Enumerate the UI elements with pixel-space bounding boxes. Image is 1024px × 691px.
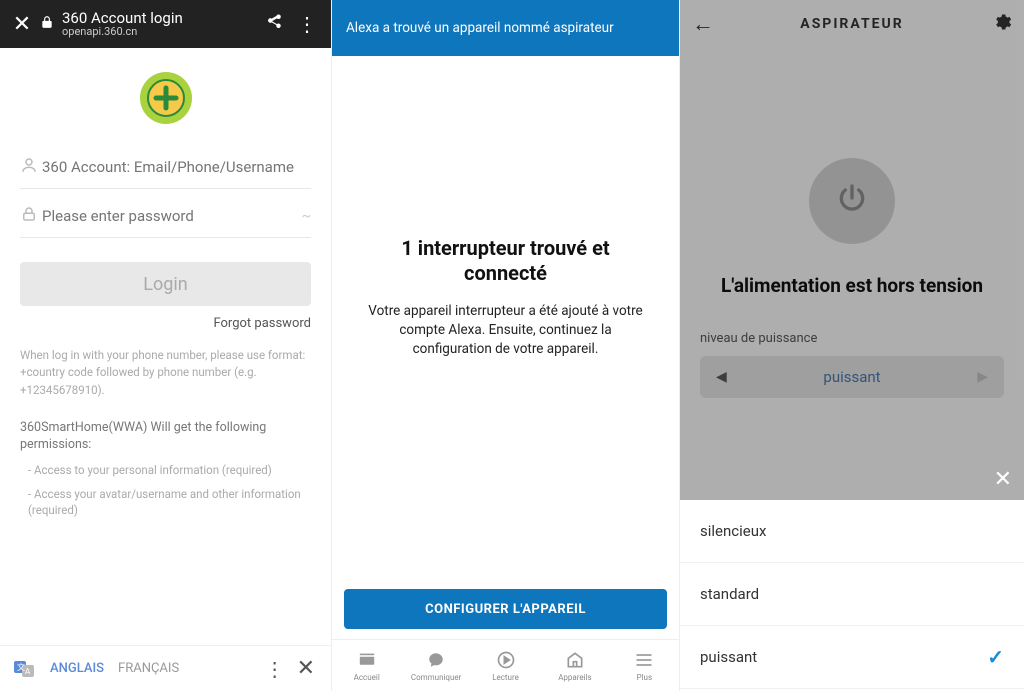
menu-icon (634, 649, 654, 671)
nav-communicate[interactable]: Communiquer (401, 640, 470, 691)
nav-devices[interactable]: Appareils (540, 640, 609, 691)
user-icon (20, 156, 42, 178)
option-label: puissant (700, 648, 757, 666)
option-label: standard (700, 585, 759, 603)
lock-icon (40, 15, 54, 33)
padlock-icon (20, 205, 42, 227)
translate-close-icon[interactable]: ✕ (297, 656, 315, 681)
account-input[interactable] (42, 158, 311, 176)
login-help-text: When log in with your phone number, plea… (20, 347, 311, 399)
modal-overlay[interactable] (680, 0, 1024, 500)
bottom-nav: Accueil Communiquer Lecture Appareils Pl… (332, 639, 679, 691)
translate-bar: 文A ANGLAIS FRANÇAIS ⋮ ✕ (0, 645, 331, 691)
close-icon[interactable]: ✕ (10, 12, 34, 37)
permission-item: - Access to your personal information (r… (28, 462, 311, 478)
configure-device-button[interactable]: CONFIGURER L'APPAREIL (344, 589, 667, 629)
lang-french[interactable]: FRANÇAIS (118, 661, 179, 676)
home-icon (357, 649, 377, 671)
power-option-puissant[interactable]: puissant ✓ (680, 626, 1024, 689)
sheet-close-icon[interactable]: ✕ (994, 467, 1012, 492)
svg-text:A: A (25, 667, 31, 676)
show-password-icon[interactable]: ~ (301, 208, 311, 224)
power-option-standard[interactable]: standard (680, 563, 1024, 626)
devices-icon (565, 649, 585, 671)
nav-play[interactable]: Lecture (471, 640, 540, 691)
permissions-title: 360SmartHome(WWA) Will get the following… (20, 419, 311, 454)
power-option-silencieux[interactable]: silencieux (680, 500, 1024, 563)
password-input[interactable] (42, 207, 301, 225)
device-found-title: 1 interrupteur trouvé et connecté (360, 236, 651, 286)
power-level-sheet: silencieux standard puissant ✓ (680, 500, 1024, 689)
browser-header: ✕ 360 Account login openapi.360.cn ⋮ (0, 0, 331, 48)
alexa-banner: Alexa a trouvé un appareil nommé aspirat… (332, 0, 679, 56)
brand-logo (138, 70, 194, 126)
forgot-password-link[interactable]: Forgot password (20, 316, 311, 331)
device-found-desc: Votre appareil interrupteur a été ajouté… (360, 302, 651, 359)
more-icon[interactable]: ⋮ (297, 12, 317, 36)
nav-more[interactable]: Plus (610, 640, 679, 691)
alexa-banner-text: Alexa a trouvé un appareil nommé aspirat… (346, 20, 614, 36)
option-label: silencieux (700, 522, 766, 540)
lang-english[interactable]: ANGLAIS (50, 661, 104, 676)
check-icon: ✓ (987, 645, 1004, 669)
page-url: openapi.360.cn (62, 26, 255, 38)
login-button[interactable]: Login (20, 262, 311, 306)
translate-more-icon[interactable]: ⋮ (265, 657, 285, 681)
page-title: 360 Account login (62, 10, 255, 27)
play-icon (496, 649, 516, 671)
chat-icon (426, 649, 446, 671)
account-field-row (20, 146, 311, 189)
translate-icon[interactable]: 文A (12, 657, 36, 681)
password-field-row: ~ (20, 195, 311, 238)
share-icon[interactable] (265, 13, 283, 36)
svg-text:文: 文 (17, 662, 25, 672)
permission-item: - Access your avatar/username and other … (28, 486, 311, 518)
nav-home[interactable]: Accueil (332, 640, 401, 691)
